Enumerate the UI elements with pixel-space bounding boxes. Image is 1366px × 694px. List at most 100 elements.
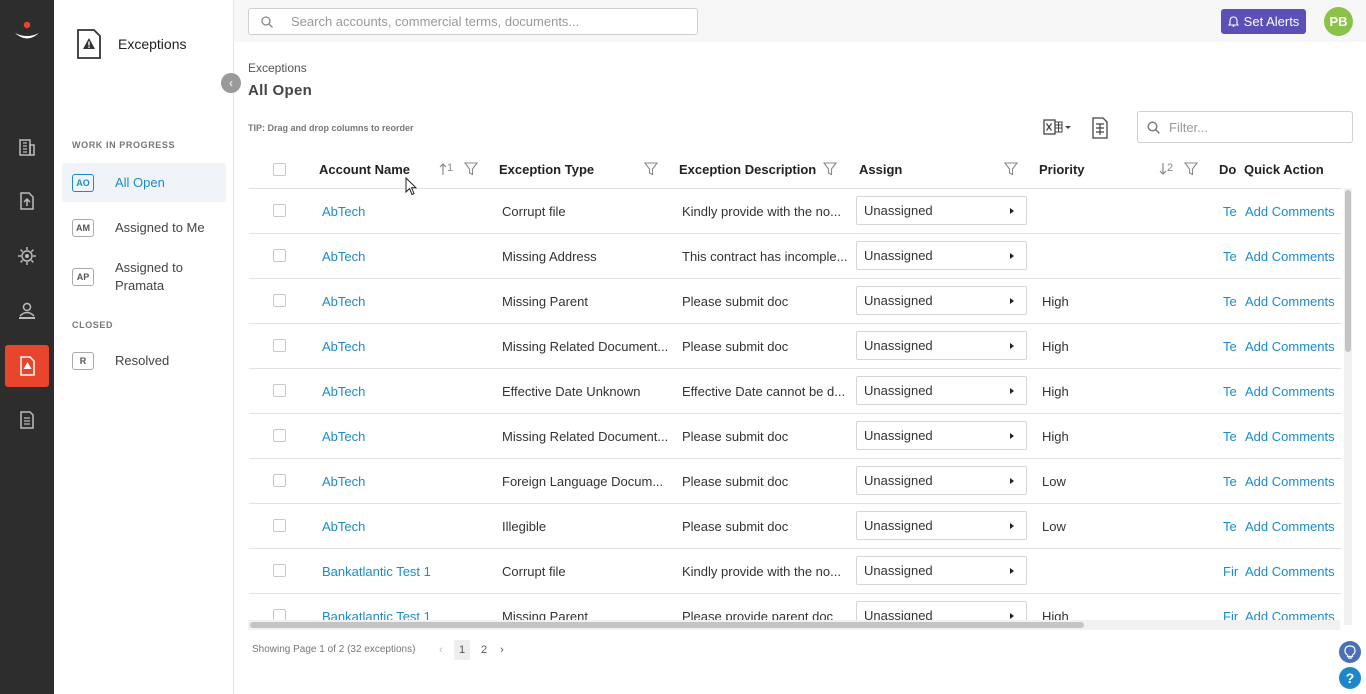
- table-row[interactable]: Bankatlantic Test 1 Missing Parent Please …: [249, 594, 1341, 620]
- column-header-account-name[interactable]: Account Name: [319, 150, 410, 188]
- filter-icon[interactable]: [464, 162, 478, 176]
- row-checkbox[interactable]: [273, 339, 286, 352]
- next-page-button[interactable]: ›: [496, 640, 508, 660]
- column-header-exception-description[interactable]: Exception Description: [679, 150, 816, 188]
- account-name-link[interactable]: AbTech: [322, 279, 492, 323]
- assign-dropdown[interactable]: Unassigned: [856, 196, 1027, 225]
- columns-chooser-icon[interactable]: [1091, 117, 1111, 139]
- table-row[interactable]: AbTech Foreign Language Docum... Please su…: [249, 459, 1341, 504]
- sidebar-item-all-open[interactable]: AO All Open: [62, 163, 226, 202]
- filter-icon[interactable]: [823, 162, 837, 176]
- document-link[interactable]: Te: [1223, 459, 1239, 503]
- account-name-link[interactable]: AbTech: [322, 324, 492, 368]
- add-comments-link[interactable]: Add Comments: [1245, 189, 1341, 233]
- help-icon[interactable]: ?: [1339, 667, 1361, 689]
- select-all-checkbox[interactable]: [273, 163, 286, 176]
- document-link[interactable]: Te: [1223, 504, 1239, 548]
- filter-icon[interactable]: [1184, 162, 1198, 176]
- table-row[interactable]: Bankatlantic Test 1 Corrupt file Kindly pr…: [249, 549, 1341, 594]
- rail-accounts[interactable]: [0, 127, 54, 167]
- sort-descending-icon[interactable]: [1159, 162, 1167, 176]
- assign-dropdown[interactable]: Unassigned: [856, 421, 1027, 450]
- add-comments-link[interactable]: Add Comments: [1245, 549, 1341, 593]
- table-row[interactable]: AbTech Missing Address This contract has i…: [249, 234, 1341, 279]
- document-link[interactable]: Te: [1223, 189, 1239, 233]
- document-link[interactable]: Te: [1223, 234, 1239, 278]
- sidebar-item-assigned-to-pramata[interactable]: AP Assigned to Pramata: [62, 258, 226, 296]
- document-link[interactable]: Te: [1223, 369, 1239, 413]
- sidebar-item-assigned-to-me[interactable]: AM Assigned to Me: [62, 210, 226, 246]
- page-button-2[interactable]: 2: [477, 640, 491, 660]
- assign-dropdown[interactable]: Unassigned: [856, 556, 1027, 585]
- rail-users[interactable]: [0, 291, 54, 331]
- document-link[interactable]: Te: [1223, 414, 1239, 458]
- row-checkbox[interactable]: [273, 294, 286, 307]
- add-comments-link[interactable]: Add Comments: [1245, 504, 1341, 548]
- row-checkbox[interactable]: [273, 429, 286, 442]
- document-link[interactable]: Te: [1223, 324, 1239, 368]
- add-comments-link[interactable]: Add Comments: [1245, 594, 1341, 621]
- row-checkbox[interactable]: [273, 384, 286, 397]
- account-name-link[interactable]: AbTech: [322, 459, 492, 503]
- row-checkbox[interactable]: [273, 519, 286, 532]
- sort-ascending-icon[interactable]: [439, 162, 447, 176]
- add-comments-link[interactable]: Add Comments: [1245, 324, 1341, 368]
- document-link[interactable]: Fir: [1223, 549, 1239, 593]
- account-name-link[interactable]: Bankatlantic Test 1: [322, 594, 492, 621]
- row-checkbox[interactable]: [273, 204, 286, 217]
- row-checkbox[interactable]: [273, 474, 286, 487]
- account-name-link[interactable]: AbTech: [322, 234, 492, 278]
- assign-dropdown[interactable]: Unassigned: [856, 241, 1027, 270]
- assign-dropdown[interactable]: Unassigned: [856, 376, 1027, 405]
- avatar[interactable]: PB: [1324, 7, 1353, 36]
- add-comments-link[interactable]: Add Comments: [1245, 369, 1341, 413]
- account-name-link[interactable]: AbTech: [322, 369, 492, 413]
- assign-dropdown[interactable]: Unassigned: [856, 511, 1027, 540]
- table-row[interactable]: AbTech Missing Related Document... Please …: [249, 414, 1341, 459]
- row-checkbox[interactable]: [273, 249, 286, 262]
- column-header-priority[interactable]: Priority: [1039, 150, 1085, 188]
- row-checkbox[interactable]: [273, 564, 286, 577]
- filter-input[interactable]: [1169, 119, 1339, 135]
- rail-documents[interactable]: [0, 181, 54, 221]
- table-row[interactable]: AbTech Missing Related Document... Please …: [249, 324, 1341, 369]
- collapse-sidebar-button[interactable]: ‹: [221, 73, 241, 93]
- set-alerts-button[interactable]: Set Alerts: [1221, 9, 1306, 34]
- table-row[interactable]: AbTech Effective Date Unknown Effective Da…: [249, 369, 1341, 414]
- page-button-1[interactable]: 1: [454, 640, 470, 660]
- account-name-link[interactable]: Bankatlantic Test 1: [322, 549, 492, 593]
- column-header-assign[interactable]: Assign: [859, 150, 902, 188]
- column-header-exception-type[interactable]: Exception Type: [499, 150, 594, 188]
- assign-dropdown[interactable]: Unassigned: [856, 286, 1027, 315]
- account-name-link[interactable]: AbTech: [322, 504, 492, 548]
- assign-dropdown[interactable]: Unassigned: [856, 601, 1027, 620]
- sidebar-item-resolved[interactable]: R Resolved: [62, 343, 226, 379]
- row-checkbox[interactable]: [273, 609, 286, 620]
- document-link[interactable]: Fir: [1223, 594, 1239, 621]
- rail-terms[interactable]: [0, 236, 54, 276]
- export-excel-button[interactable]: [1043, 117, 1077, 137]
- add-comments-link[interactable]: Add Comments: [1245, 279, 1341, 323]
- assign-dropdown[interactable]: Unassigned: [856, 331, 1027, 360]
- vertical-scrollbar[interactable]: [1344, 188, 1352, 625]
- horizontal-scroll-thumb[interactable]: [250, 622, 1084, 628]
- column-header-document[interactable]: Do: [1219, 150, 1236, 188]
- filter-icon[interactable]: [644, 162, 658, 176]
- add-comments-link[interactable]: Add Comments: [1245, 414, 1341, 458]
- table-row[interactable]: AbTech Illegible Please submit doc Unassign…: [249, 504, 1341, 549]
- search-input[interactable]: [291, 14, 691, 29]
- rail-exceptions[interactable]: [5, 345, 49, 387]
- table-row[interactable]: AbTech Missing Parent Please submit doc Una…: [249, 279, 1341, 324]
- add-comments-link[interactable]: Add Comments: [1245, 234, 1341, 278]
- breadcrumb[interactable]: Exceptions: [248, 61, 307, 75]
- account-name-link[interactable]: AbTech: [322, 414, 492, 458]
- horizontal-scrollbar[interactable]: [248, 620, 1340, 630]
- rail-reports[interactable]: [0, 400, 54, 440]
- prev-page-button[interactable]: ‹: [436, 640, 446, 660]
- filter-icon[interactable]: [1004, 162, 1018, 176]
- add-comments-link[interactable]: Add Comments: [1245, 459, 1341, 503]
- document-link[interactable]: Te: [1223, 279, 1239, 323]
- logo-icon[interactable]: [13, 20, 41, 46]
- assign-dropdown[interactable]: Unassigned: [856, 466, 1027, 495]
- lightbulb-icon[interactable]: [1339, 641, 1361, 663]
